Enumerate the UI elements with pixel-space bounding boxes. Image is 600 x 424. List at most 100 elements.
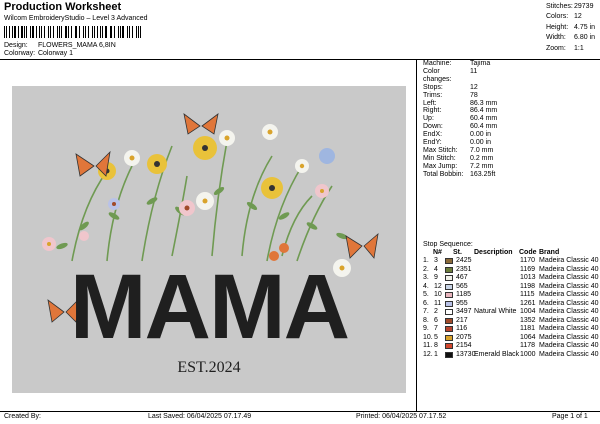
butterfly-right (345, 232, 379, 259)
stat-row: Zoom: 1:1 (546, 44, 595, 54)
design-preview: MAMA EST.2024 (12, 86, 406, 393)
spec-row: Right: 86.4 mm (423, 107, 497, 115)
stat-label: Colors: (546, 13, 569, 21)
created-by: Created By: (4, 413, 41, 420)
footer-divider (0, 411, 600, 412)
barcode-bar (91, 26, 94, 38)
spec-row: EndX: 0.00 in (423, 131, 497, 139)
barcode-bar (4, 26, 5, 38)
barcode-bar (126, 26, 129, 38)
stitch-count: 2075 (456, 333, 472, 341)
embroidery-artwork: MAMA EST.2024 (42, 113, 379, 376)
barcode-bar (137, 26, 139, 38)
stitch-count: 3497 (456, 308, 472, 315)
thread-code: 1004 (520, 308, 536, 315)
design-name-row: Design: FLOWERS_MAMA 6,8IN (4, 42, 116, 49)
spec-value: 60.4 mm (470, 115, 498, 123)
spec-value: 11 (470, 67, 478, 75)
stop-number: 4. (423, 282, 429, 290)
panel-divider (416, 60, 417, 411)
spec-label: Stops: (423, 83, 443, 91)
spec-label: Down: (423, 123, 443, 131)
est-lettering: EST.2024 (177, 359, 240, 376)
barcode-bar (105, 26, 107, 38)
thread-swatch (445, 300, 453, 307)
thread-brand: Madeira Classic 40 (539, 299, 599, 307)
barcode-bar (61, 26, 62, 38)
spec-label: Up: (423, 115, 434, 123)
sequence-row: 12. 1 13730 Emerald Black 1000 Madeira Classi… (423, 351, 600, 359)
thread-swatch (445, 258, 453, 264)
barcode-bar (88, 26, 89, 38)
spec-label: Max Stitch: (423, 146, 458, 154)
stat-label: Height: (546, 23, 569, 31)
stop-number: 5. (423, 291, 429, 298)
spec-label: Total Bobbin: (423, 170, 464, 178)
machine-specs: Machine: Tajima Color changes: 11 Stops: 12 Tr… (423, 60, 497, 179)
stat-label: Width: (546, 34, 566, 42)
barcode-bar (119, 26, 121, 38)
thread-swatch (445, 275, 453, 281)
barcode-bar (29, 26, 31, 38)
barcode-bar (47, 26, 50, 38)
thread-brand: Madeira Classic 40 (539, 333, 599, 341)
stitch-count: 2351 (456, 265, 472, 273)
barcode-bar (44, 26, 45, 38)
sequence-row: 4. 12 565 1198 Madeira Classic 40 (423, 283, 600, 291)
sequence-row: 9. 7 116 1181 Madeira Classic 40 (423, 325, 600, 333)
spec-value: 12 (470, 83, 478, 91)
barcode-bar (40, 26, 43, 38)
spec-row: Max Stitch: 7.0 mm (423, 147, 497, 155)
spec-label: EndY: (423, 139, 442, 147)
stop-number: 2. (423, 265, 429, 273)
spec-row: Min Stitch: 0.2 mm (423, 155, 497, 163)
thread-description: Natural White (474, 308, 517, 315)
spec-value: 0.2 mm (470, 154, 494, 162)
spec-value: 86.3 mm (470, 99, 498, 107)
thread-code: 1181 (520, 325, 536, 332)
stat-value: 6.80 in (574, 34, 596, 42)
sequence-row: 10. 5 2075 1064 Madeira Classic 40 (423, 334, 600, 342)
needle-number: 9 (434, 274, 438, 281)
spec-label: Left: (423, 99, 437, 107)
col-brand: Brand (539, 249, 560, 256)
spec-row: Max Jump: 7.2 mm (423, 163, 497, 171)
needle-number: 5 (434, 333, 438, 341)
colorway-value: Colorway 1 (37, 50, 73, 57)
spec-row: Color changes: 11 (423, 68, 497, 84)
thread-code: 1000 (520, 350, 536, 358)
barcode-bar (13, 26, 16, 38)
barcode-bar (50, 26, 52, 38)
thread-code: 1170 (520, 257, 536, 264)
barcode-bar (67, 26, 69, 38)
barcode-bar (76, 26, 78, 38)
spec-value: 86.4 mm (470, 107, 498, 115)
stitch-count: 13730 (456, 350, 476, 358)
sequence-row: 8. 6 217 1352 Madeira Classic 40 (423, 317, 600, 325)
barcode-bar (5, 26, 7, 38)
barcode-bar (94, 26, 95, 38)
header-divider (0, 59, 600, 60)
thread-swatch (445, 292, 453, 298)
thread-brand: Madeira Classic 40 (539, 350, 599, 358)
barcode-bar (56, 26, 58, 38)
spec-row: Trims: 78 (423, 92, 497, 100)
stitch-count: 2425 (456, 257, 472, 264)
spec-value: 60.4 mm (470, 123, 498, 131)
thread-brand: Madeira Classic 40 (539, 308, 599, 315)
thread-brand: Madeira Classic 40 (539, 342, 599, 349)
stat-label: Stitches: (546, 3, 573, 10)
thread-swatch (445, 351, 453, 358)
barcode-bar (58, 26, 60, 38)
barcode-bar (122, 26, 124, 38)
needle-number: 3 (434, 257, 438, 264)
stop-sequence-title: Stop Sequence: (423, 241, 473, 248)
barcode-bar (21, 26, 23, 38)
barcode-bar (84, 26, 87, 38)
needle-number: 2 (434, 308, 438, 315)
barcode-bar (39, 26, 40, 38)
stop-number: 1. (423, 257, 429, 264)
printed-date: Printed: 06/04/2025 07.17.52 (356, 413, 447, 420)
thread-brand: Madeira Classic 40 (539, 257, 599, 264)
butterfly-left (75, 150, 111, 177)
